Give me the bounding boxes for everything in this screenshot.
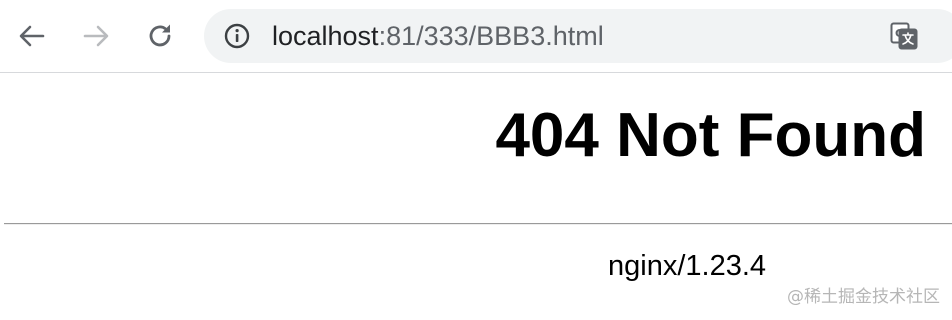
reload-button[interactable] [142, 18, 178, 54]
server-signature: nginx/1.23.4 [608, 250, 767, 282]
browser-toolbar: localhost:81/333/BBB3.html G [0, 0, 952, 73]
forward-button[interactable] [78, 18, 114, 54]
reload-icon [149, 24, 171, 47]
divider [4, 223, 952, 225]
svg-text:G: G [895, 27, 904, 40]
arrow-left-icon [19, 25, 45, 47]
translate-icon[interactable]: G [890, 22, 918, 50]
url-path: :81/333/BBB3.html [378, 21, 604, 51]
page-title: 404 Not Found [495, 101, 926, 170]
url-host: localhost [272, 21, 379, 51]
url-text[interactable]: localhost:81/333/BBB3.html [272, 21, 604, 51]
arrow-right-icon [83, 25, 109, 47]
back-button[interactable] [14, 18, 50, 54]
watermark-text: @稀土掘金技术社区 [787, 287, 940, 307]
address-bar[interactable]: localhost:81/333/BBB3.html G [204, 9, 952, 63]
info-icon[interactable] [224, 23, 250, 49]
